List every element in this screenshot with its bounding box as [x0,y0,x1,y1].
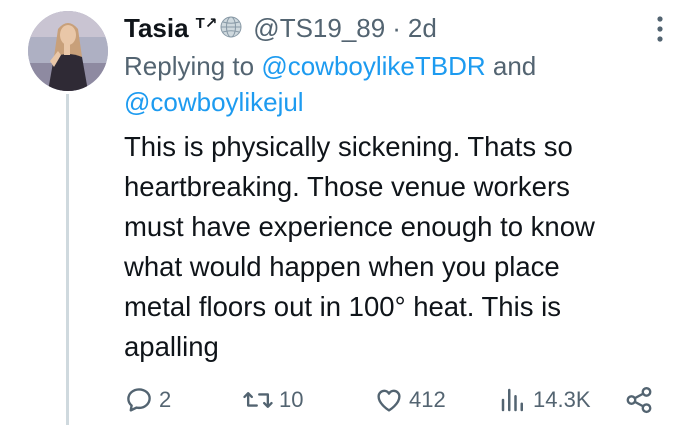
mention-link[interactable]: @cowboylikeTBDR [261,51,485,81]
share-icon [626,386,652,414]
views-button[interactable]: 14.3K [498,383,591,417]
reply-button[interactable]: 2 [124,383,171,417]
replying-to-label: Replying to [124,51,255,81]
conjunction: and [492,51,537,81]
views-chart-icon [501,388,523,412]
display-name[interactable]: Tasia [124,13,189,44]
separator-dot: · [392,12,401,43]
more-vertical-icon [657,16,663,42]
tweet[interactable]: Tasia T↗ @TS19_89 · 2d Replying to @cowb… [0,0,700,425]
view-count: 14.3K [533,387,591,412]
globe-icon [219,15,243,39]
action-bar: 2 10 412 14.3K [124,383,676,417]
handle[interactable]: @TS19_89 [253,13,385,44]
mention-link[interactable]: @cowboylikejul [124,87,304,117]
tweet-header: Tasia T↗ @TS19_89 · 2d [124,10,437,46]
reply-count: 2 [159,387,172,412]
reply-context: Replying to @cowboylikeTBDR and @cowboyl… [124,48,684,120]
repost-button[interactable]: 10 [242,383,303,417]
heart-icon [377,389,401,412]
timestamp[interactable]: 2d [408,13,437,44]
avatar[interactable] [28,11,108,91]
reply-icon [127,388,151,412]
tweet-text: This is physically sickening. Thats so h… [124,131,595,362]
share-button[interactable] [624,383,654,417]
thread-line [66,94,69,425]
repost-icon [243,392,273,408]
like-count: 412 [409,387,446,412]
name-emoji: T↗ [195,15,218,32]
repost-count: 10 [279,387,304,412]
like-button[interactable]: 412 [374,383,446,417]
avatar-image [28,11,108,91]
more-options-button[interactable] [648,12,672,46]
